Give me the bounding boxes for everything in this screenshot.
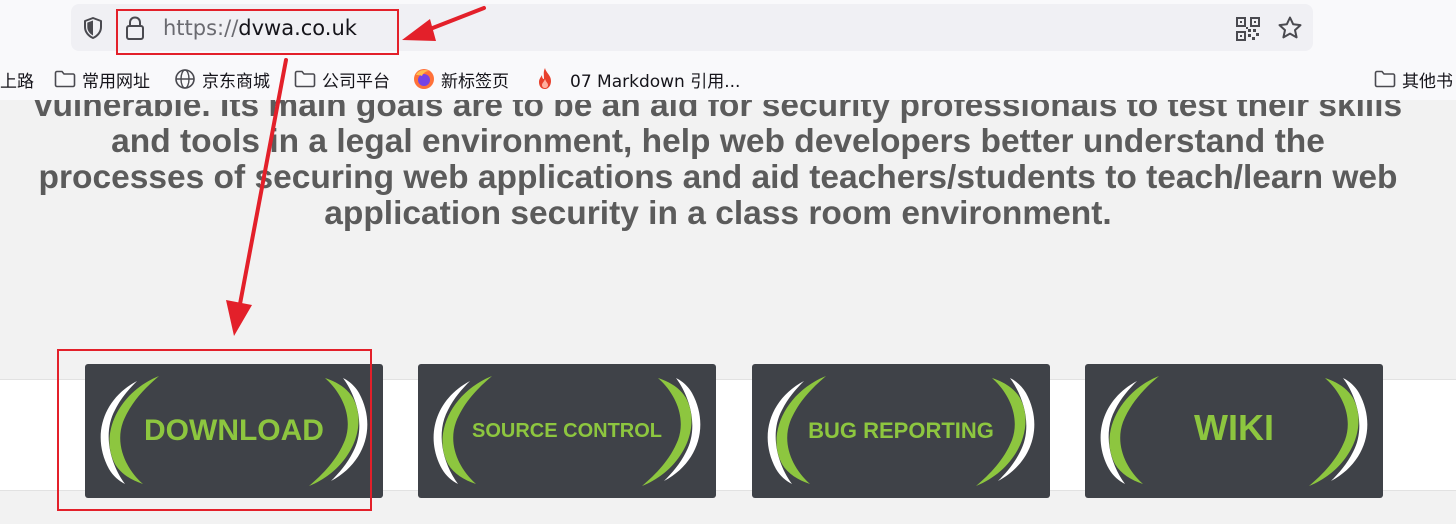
bookmark-item-newtab[interactable]: 新标签页	[413, 67, 509, 92]
folder-icon	[294, 70, 316, 88]
bookmark-item-shanglu[interactable]: 上路	[0, 67, 34, 92]
source-control-link-tile[interactable]: SOURCE CONTROL	[418, 364, 716, 498]
bookmark-label: 常用网址	[82, 71, 150, 92]
bookmark-folder-gongsi[interactable]: 公司平台	[294, 67, 390, 92]
folder-icon	[1374, 70, 1396, 88]
bookmark-label: 07 Markdown 引用...	[570, 71, 741, 92]
intro-line: vulnerable. Its main goals are to be an …	[33, 100, 1403, 124]
flame-icon	[539, 68, 551, 89]
bug-reporting-link-tile[interactable]: BUG REPORTING	[752, 364, 1050, 498]
globe-icon	[175, 69, 195, 89]
bookmark-label: 上路	[0, 71, 34, 92]
bookmark-label: 其他书	[1402, 71, 1453, 92]
bookmark-label: 新标签页	[441, 71, 509, 92]
bookmarks-bar: 上路 常用网址 京东商城 公司平台 新标签页 07 Markdown 引用...…	[0, 58, 1456, 100]
intro-line: processes of securing web applications a…	[38, 159, 1398, 196]
bookmark-label: 公司平台	[322, 71, 390, 92]
firefox-icon	[414, 69, 434, 89]
bookmark-folder-other[interactable]: 其他书	[1374, 67, 1453, 92]
bookmark-item-markdown[interactable]: 07 Markdown 引用...	[534, 67, 741, 92]
download-highlight-box	[57, 349, 372, 511]
intro-line: and tools in a legal environment, help w…	[111, 123, 1325, 160]
tile-label: BUG REPORTING	[808, 418, 994, 443]
intro-paragraph: vulnerable. Its main goals are to be an …	[0, 100, 1456, 232]
bookmark-label: 京东商城	[202, 71, 270, 92]
bookmark-item-jingdong[interactable]: 京东商城	[174, 67, 270, 92]
folder-icon	[54, 70, 76, 88]
bookmark-star-icon[interactable]	[1277, 15, 1303, 41]
shield-icon[interactable]	[81, 16, 105, 40]
bookmark-folder-changyong[interactable]: 常用网址	[54, 67, 150, 92]
intro-line: application security in a class room env…	[324, 195, 1112, 232]
tile-label: SOURCE CONTROL	[472, 419, 662, 442]
wiki-link-tile[interactable]: WIKI	[1085, 364, 1383, 498]
url-highlight-box	[116, 9, 399, 55]
tile-label: WIKI	[1194, 407, 1274, 448]
qr-code-icon[interactable]	[1236, 17, 1260, 41]
